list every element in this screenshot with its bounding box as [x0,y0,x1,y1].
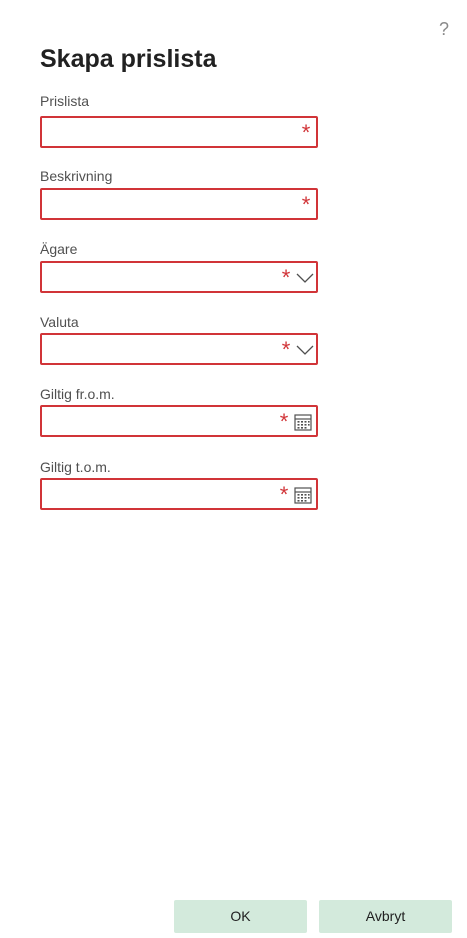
field-label-giltig-from: Giltig fr.o.m. [40,386,115,402]
required-icon: * [281,337,291,362]
required-icon: * [281,265,291,290]
required-icon: * [301,192,311,217]
chevron-down-icon[interactable] [295,268,315,288]
giltig-tom-date-input[interactable]: * [40,478,318,510]
create-price-list-dialog: ? Skapa prislista Prislista * Beskrivnin… [0,0,467,938]
calendar-icon[interactable] [293,485,313,505]
field-label-beskrivning: Beskrivning [40,168,113,184]
required-icon: * [301,120,311,145]
cancel-button[interactable]: Avbryt [319,900,452,933]
agare-dropdown[interactable]: * [40,261,318,293]
valuta-dropdown[interactable]: * [40,333,318,365]
field-label-valuta: Valuta [40,314,79,330]
calendar-icon[interactable] [293,412,313,432]
required-icon: * [279,482,289,507]
required-icon: * [279,409,289,434]
field-label-agare: Ägare [40,241,78,257]
ok-button[interactable]: OK [174,900,307,933]
giltig-from-date-input[interactable]: * [40,405,318,437]
page-title: Skapa prislista [40,45,217,73]
prislista-input[interactable]: * [40,116,318,148]
help-icon[interactable]: ? [439,18,449,40]
chevron-down-icon[interactable] [295,340,315,360]
field-label-giltig-tom: Giltig t.o.m. [40,459,111,475]
field-label-prislista: Prislista [40,93,90,109]
beskrivning-input[interactable]: * [40,188,318,220]
